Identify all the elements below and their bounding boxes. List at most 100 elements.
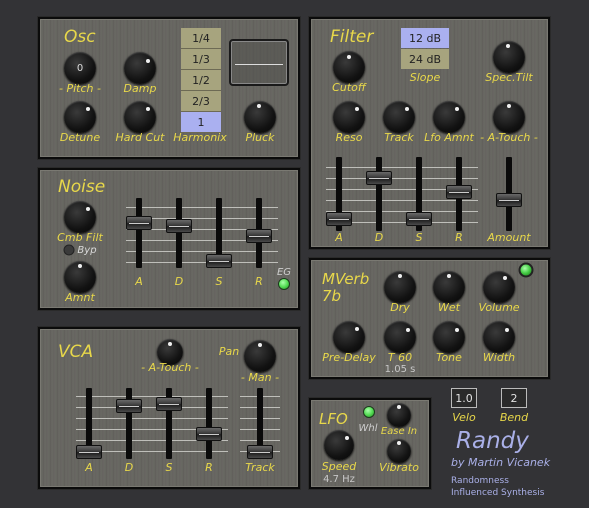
filter-slider-label-a: A <box>335 231 343 244</box>
vca-decay-slider[interactable] <box>115 388 143 459</box>
brand-author: by Martin Vicanek <box>451 456 551 469</box>
width-label: Width <box>482 351 516 364</box>
detune-knob[interactable] <box>64 101 96 133</box>
noise-decay-slider-handle[interactable] <box>166 219 192 233</box>
harmonix-option[interactable]: 1 <box>181 112 221 133</box>
filter-decay-slider-handle[interactable] <box>366 171 392 185</box>
noise-decay-slider-track <box>176 198 182 268</box>
filter-release-slider[interactable] <box>445 157 473 231</box>
vca-sustain-slider[interactable] <box>155 388 183 459</box>
t60-label: T 60 <box>387 351 413 364</box>
noise-release-slider-handle[interactable] <box>246 229 272 243</box>
easein-knob[interactable] <box>387 403 411 427</box>
filter-decay-slider[interactable] <box>365 157 393 231</box>
speed-knob[interactable] <box>324 430 354 460</box>
vibrato-knob[interactable] <box>387 439 411 463</box>
slope-option[interactable]: 24 dB <box>401 49 449 69</box>
track-knob[interactable] <box>383 101 415 133</box>
vca-attack-slider-handle[interactable] <box>76 445 102 459</box>
vca-track-slider-handle[interactable] <box>247 445 273 459</box>
byp-led[interactable] <box>63 244 75 256</box>
width-knob[interactable] <box>483 321 515 353</box>
bend-value-box[interactable]: 2 <box>501 388 527 408</box>
vca-release-slider[interactable] <box>195 388 223 459</box>
pitch-knob[interactable]: 0 <box>64 52 96 84</box>
slope-label: Slope <box>409 71 441 84</box>
vca-title: VCA <box>58 342 94 362</box>
damp-label: Damp <box>123 82 157 95</box>
noise-slider-label-s: S <box>215 275 223 288</box>
tone-knob[interactable] <box>433 321 465 353</box>
filter-slider-label-r: R <box>455 231 463 244</box>
byp-label: Byp <box>77 245 97 256</box>
noise-attack-slider-handle[interactable] <box>126 216 152 230</box>
eg-label: EG <box>276 267 292 278</box>
noise-decay-slider[interactable] <box>165 198 193 268</box>
noise-slider-label-d: D <box>174 275 184 288</box>
filter-atouch-label: - A-Touch - <box>480 131 538 144</box>
velo-label: Velo <box>452 411 476 424</box>
hardcut-knob[interactable] <box>124 101 156 133</box>
velo-value-box[interactable]: 1.0 <box>451 388 477 408</box>
amnt-knob[interactable] <box>64 261 96 293</box>
mverb-led[interactable] <box>518 262 534 278</box>
filter-amount-slider-handle[interactable] <box>496 193 522 207</box>
spectilt-knob[interactable] <box>493 41 525 73</box>
bend-label: Bend <box>499 411 529 424</box>
noise-release-slider[interactable] <box>245 198 273 268</box>
filter-title: Filter <box>330 27 374 47</box>
filter-release-slider-handle[interactable] <box>446 185 472 199</box>
amnt-label: Amnt <box>65 291 95 304</box>
vca-release-slider-track <box>206 388 212 459</box>
pan-label: Pan <box>218 345 240 358</box>
vca-slider-label-a: A <box>85 461 93 474</box>
pitch-value: 0 <box>76 62 84 74</box>
filter-amount-slider[interactable] <box>495 157 523 231</box>
vca-sustain-slider-handle[interactable] <box>156 397 182 411</box>
noise-sustain-slider[interactable] <box>205 198 233 268</box>
dry-knob[interactable] <box>384 271 416 303</box>
slope-option[interactable]: 12 dB <box>401 28 449 48</box>
noise-attack-slider[interactable] <box>125 198 153 268</box>
whl-led[interactable] <box>363 406 375 418</box>
osc-title: Osc <box>64 27 96 47</box>
vca-release-slider-handle[interactable] <box>196 427 222 441</box>
dry-label: Dry <box>390 301 410 314</box>
t60-value: 1.05 s <box>384 364 416 375</box>
wet-knob[interactable] <box>433 271 465 303</box>
harmonix-option[interactable]: 2/3 <box>181 91 221 112</box>
tone-label: Tone <box>436 351 462 364</box>
filter-slider-label-d: D <box>374 231 384 244</box>
damp-knob[interactable] <box>124 52 156 84</box>
filter-sustain-slider-handle[interactable] <box>406 212 432 226</box>
filter-attack-slider-handle[interactable] <box>326 212 352 226</box>
vca-track-label: Track <box>245 461 275 474</box>
volume-knob[interactable] <box>483 271 515 303</box>
t60-knob[interactable] <box>384 321 416 353</box>
vca-track-slider[interactable] <box>246 388 274 459</box>
brand-tagline-1: Randomness <box>451 476 509 486</box>
filter-attack-slider[interactable] <box>325 157 353 231</box>
vca-attack-slider[interactable] <box>75 388 103 459</box>
hardcut-label: Hard Cut <box>115 131 165 144</box>
cmbfilt-knob[interactable] <box>64 201 96 233</box>
cutoff-knob[interactable] <box>333 51 365 83</box>
pluck-knob[interactable] <box>244 101 276 133</box>
filter-sustain-slider[interactable] <box>405 157 433 231</box>
reso-knob[interactable] <box>333 101 365 133</box>
vca-decay-slider-handle[interactable] <box>116 399 142 413</box>
lfo-title: LFO <box>319 410 348 428</box>
harmonix-option[interactable]: 1/4 <box>181 28 221 49</box>
harmonix-option[interactable]: 1/2 <box>181 70 221 91</box>
noise-sustain-slider-handle[interactable] <box>206 254 232 268</box>
predelay-knob[interactable] <box>333 321 365 353</box>
lfoamnt-knob[interactable] <box>433 101 465 133</box>
harmonix-option[interactable]: 1/3 <box>181 49 221 70</box>
pan-knob[interactable] <box>244 340 276 372</box>
pitch-label: - Pitch - <box>59 82 101 95</box>
eg-led[interactable] <box>278 278 290 290</box>
whl-label: Whl <box>358 423 378 434</box>
noise-slider-label-a: A <box>135 275 143 288</box>
noise-slider-label-r: R <box>255 275 263 288</box>
filter-atouch-knob[interactable] <box>493 101 525 133</box>
